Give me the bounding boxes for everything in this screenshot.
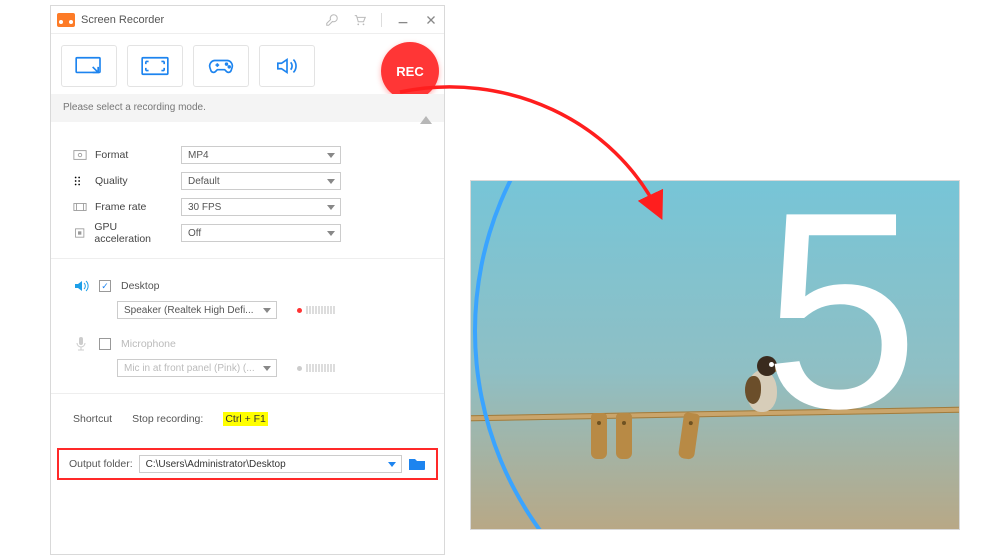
setting-row-gpu: GPU acceleration Off <box>73 220 422 246</box>
microphone-label: Microphone <box>121 338 176 350</box>
hint-text: Please select a recording mode. <box>63 102 206 113</box>
audio-row-microphone: Microphone <box>73 333 422 355</box>
speaker-icon <box>73 278 89 294</box>
fps-label: Frame rate <box>95 201 146 213</box>
record-button[interactable]: REC <box>381 42 439 100</box>
audio-row-microphone-device: Mic in at front panel (Pink) (... <box>73 355 422 381</box>
shortcut-label: Shortcut <box>73 413 112 425</box>
audio-row-desktop: Desktop <box>73 275 422 297</box>
quality-select[interactable]: Default <box>181 172 341 190</box>
key-icon[interactable] <box>325 13 339 27</box>
titlebar: Screen Recorder <box>51 6 444 34</box>
audio-panel: Desktop Speaker (Realtek High Defi... Mi… <box>51 259 444 394</box>
desktop-label: Desktop <box>121 280 160 292</box>
quality-icon <box>73 174 87 188</box>
mode-screen-button[interactable] <box>61 45 117 87</box>
microphone-checkbox[interactable] <box>99 338 111 350</box>
app-logo-icon <box>57 13 75 27</box>
desktop-level-meter <box>297 306 335 314</box>
setting-row-quality: Quality Default <box>73 168 422 194</box>
format-icon <box>73 148 87 162</box>
gpu-icon <box>73 226 86 240</box>
setting-row-fps: Frame rate 30 FPS <box>73 194 422 220</box>
desktop-device-select[interactable]: Speaker (Realtek High Defi... <box>117 301 277 319</box>
output-folder-label: Output folder: <box>69 458 133 470</box>
output-folder-path[interactable]: C:\Users\Administrator\Desktop <box>139 455 402 473</box>
countdown-number: 5 <box>763 180 919 472</box>
audio-row-desktop-device: Speaker (Realtek High Defi... <box>73 297 422 323</box>
settings-panel: Format MP4 Quality Default Frame rate 30… <box>51 122 444 259</box>
shortcut-row: Shortcut Stop recording: Ctrl + F1 <box>51 394 444 448</box>
fps-icon <box>73 200 87 214</box>
format-select[interactable]: MP4 <box>181 146 341 164</box>
microphone-icon <box>73 336 89 352</box>
gpu-select[interactable]: Off <box>181 224 341 242</box>
gpu-label: GPU acceleration <box>94 221 173 245</box>
minimize-button[interactable] <box>396 13 410 27</box>
output-folder-row: Output folder: C:\Users\Administrator\De… <box>57 448 438 480</box>
fps-select[interactable]: 30 FPS <box>181 198 341 216</box>
app-title: Screen Recorder <box>81 14 164 26</box>
cart-icon[interactable] <box>353 13 367 27</box>
mode-audio-button[interactable] <box>259 45 315 87</box>
quality-label: Quality <box>95 175 128 187</box>
desktop-checkbox[interactable] <box>99 280 111 292</box>
setting-row-format: Format MP4 <box>73 142 422 168</box>
mode-fullscreen-button[interactable] <box>127 45 183 87</box>
microphone-level-meter <box>297 364 335 372</box>
mode-bar: REC <box>51 34 444 94</box>
countdown-preview: 5 <box>470 180 960 530</box>
shortcut-stop-key: Ctrl + F1 <box>223 412 268 426</box>
record-button-label: REC <box>396 64 423 79</box>
shortcut-stop-label: Stop recording: <box>132 413 203 425</box>
format-label: Format <box>95 149 128 161</box>
hint-bar: Please select a recording mode. <box>51 94 444 122</box>
mode-game-button[interactable] <box>193 45 249 87</box>
screen-recorder-window: Screen Recorder <box>50 5 445 555</box>
browse-folder-button[interactable] <box>408 456 426 473</box>
microphone-device-select[interactable]: Mic in at front panel (Pink) (... <box>117 359 277 377</box>
close-button[interactable] <box>424 13 438 27</box>
